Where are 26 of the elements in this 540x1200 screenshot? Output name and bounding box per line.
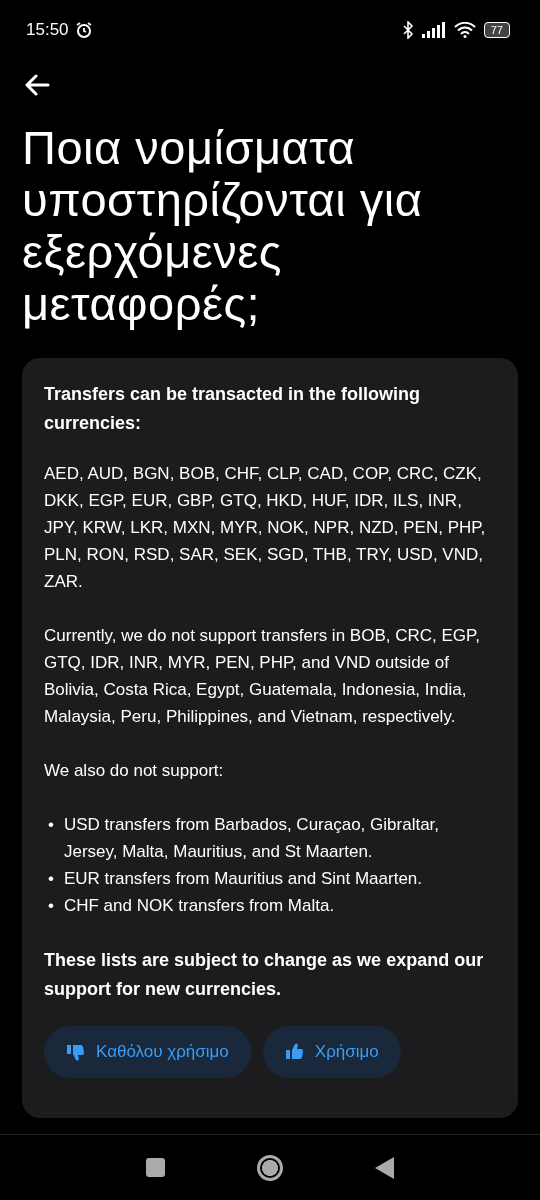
article-paragraph: We also do not support: <box>44 760 225 782</box>
back-nav-button[interactable] <box>374 1156 395 1179</box>
signal-icon <box>421 22 446 38</box>
back-button[interactable] <box>24 74 50 96</box>
closing-note: These lists are subject to change as we expand our support for new currencies. <box>44 949 485 1001</box>
bullet-item: USD transfers from Barbados, Curaçao, Gibraltar, Jersey, Malta, Mauritius, and St Maarten. <box>63 814 441 863</box>
article-paragraph: Currently, we do not support transfers in BOB, CRC, EGP, GTQ, IDR, INR, MYR, PEN, PHP, and VND outside of Bolivia, Costa Rica, Egypt, Guatemala, Indonesia, India, Malaysia, Peru, Philippines, and Vietnam, respectively. <box>44 625 481 728</box>
recents-button[interactable] <box>145 1158 165 1177</box>
bullet-item: CHF and NOK transfers from Malta. <box>63 895 335 917</box>
feedback-button[interactable]: Χρήσιμο <box>262 1026 401 1078</box>
article-heading: Transfers can be transacted in the following currencies: <box>44 383 422 435</box>
bullet-marker: • <box>48 895 54 917</box>
bullet-item: EUR transfers from Mauritius and Sint Maarten. <box>63 868 423 890</box>
bullet-marker: • <box>48 814 54 836</box>
article-paragraph: AED, AUD, BGN, BOB, CHF, CLP, CAD, COP, CRC, CZK, DKK, EGP, EUR, GBP, GTQ, HKD, HUF, IDR, ILS, INR, JPY, KRW, LKR, MXN, MYR, NOK, NPR, NZD, PEN, PHP, PLN, RON, RSD, SAR, SEK, SGD, THB, TRY, USD, VND, ZAR. <box>44 463 487 593</box>
bluetooth-icon <box>401 21 414 39</box>
alarm-icon <box>74 21 93 39</box>
wifi-icon <box>453 22 476 38</box>
home-button[interactable] <box>256 1154 283 1181</box>
page-title: Ποια νομίσματα υποστηρίζονται για εξερχόμενες μεταφορές; <box>22 122 424 330</box>
bullet-marker: • <box>48 868 54 890</box>
status-time: 15:50 <box>26 20 69 40</box>
battery-indicator: 77 <box>483 22 510 38</box>
thumbs-up-icon <box>284 1042 305 1062</box>
feedback-button[interactable]: Καθόλου χρήσιμο <box>44 1026 251 1078</box>
thumbs-down-icon <box>66 1042 86 1062</box>
